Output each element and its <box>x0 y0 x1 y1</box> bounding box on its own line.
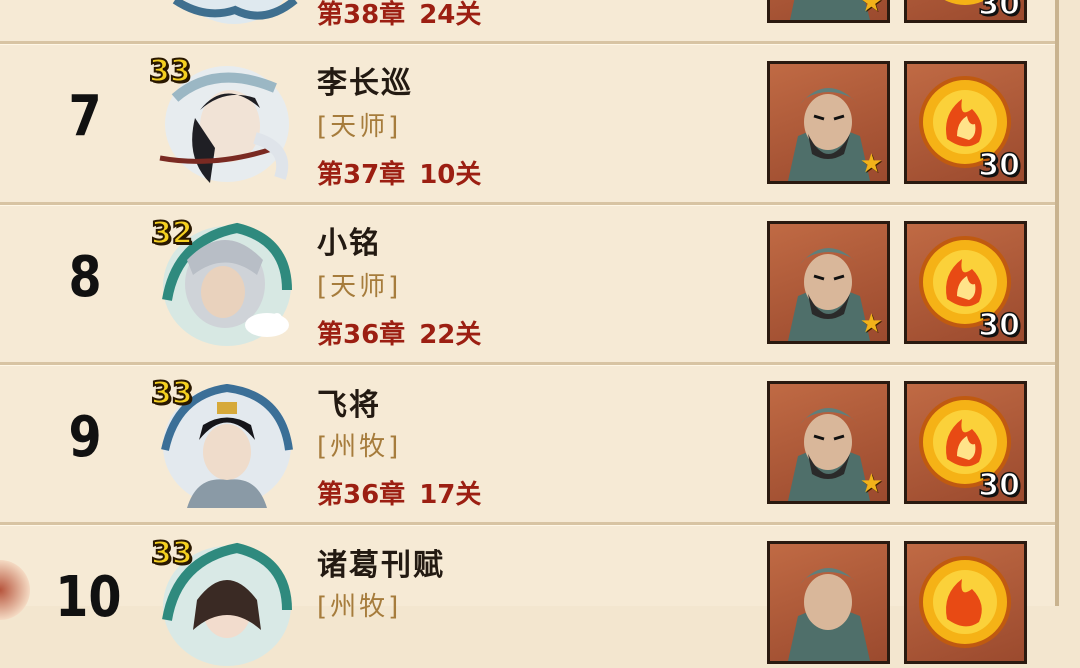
hero-card[interactable]: ★ <box>767 381 890 504</box>
item-card[interactable]: 30 <box>904 0 1027 23</box>
player-avatar[interactable]: 33 <box>150 535 295 668</box>
player-title: [天师] <box>317 112 402 142</box>
row-divider <box>0 202 1055 205</box>
hero-card[interactable]: ★ <box>767 61 890 184</box>
row-divider <box>0 41 1055 44</box>
progress-text: 第37章 10关 <box>317 154 495 191</box>
player-title: [州牧] <box>317 432 402 462</box>
leaderboard-panel: 第38章 24关 ★ 30 7 33 李长巡 [天师] 第37章 10关 ★ 3… <box>0 0 1059 666</box>
level-badge: 33 <box>148 53 192 90</box>
player-title: [天师] <box>317 272 402 302</box>
chapter-text: 第36章 <box>317 320 406 350</box>
item-count: 30 <box>978 0 1021 22</box>
stage-text: 22关 <box>419 320 482 350</box>
hero-card[interactable] <box>767 541 890 664</box>
player-avatar[interactable]: 32 <box>150 215 295 348</box>
level-badge: 33 <box>150 375 194 412</box>
stage-text: 17关 <box>419 480 482 510</box>
chapter-text: 第37章 <box>317 160 406 190</box>
rank-number: 9 <box>68 405 102 470</box>
hero-card[interactable]: ★ <box>767 221 890 344</box>
star-icon: ★ <box>859 309 883 339</box>
item-card[interactable] <box>904 541 1027 664</box>
item-count: 30 <box>978 147 1021 183</box>
stage-text: 24关 <box>419 0 482 30</box>
general-portrait-icon <box>788 568 870 661</box>
item-count: 30 <box>978 467 1021 503</box>
fire-orb-icon <box>919 556 1011 648</box>
progress-text: 第36章 22关 <box>317 314 495 351</box>
player-avatar[interactable] <box>165 0 303 28</box>
rank-number: 8 <box>68 245 102 310</box>
item-count: 30 <box>978 307 1021 343</box>
progress-text: 第38章 24关 <box>317 0 495 31</box>
level-badge: 32 <box>150 215 194 252</box>
item-card[interactable]: 30 <box>904 221 1027 344</box>
player-name: 飞将 <box>317 388 381 423</box>
player-name: 小铭 <box>317 226 381 261</box>
star-icon: ★ <box>859 469 883 499</box>
player-name: 诸葛刊赋 <box>317 548 445 583</box>
player-avatar[interactable]: 33 <box>150 375 295 508</box>
player-name: 李长巡 <box>317 66 413 101</box>
hero-card[interactable]: ★ <box>767 0 890 23</box>
level-badge: 33 <box>150 535 194 572</box>
progress-text: 第36章 17关 <box>317 474 495 511</box>
item-card[interactable]: 30 <box>904 61 1027 184</box>
avatar-art <box>172 0 298 24</box>
rank-number: 10 <box>55 565 122 630</box>
row-divider <box>0 362 1055 365</box>
rank-number: 7 <box>68 84 102 149</box>
stage-text: 10关 <box>419 160 482 190</box>
chapter-text: 第38章 <box>317 0 406 30</box>
chapter-text: 第36章 <box>317 480 406 510</box>
star-icon: ★ <box>859 0 883 18</box>
star-icon: ★ <box>859 149 883 179</box>
player-title: [州牧] <box>317 592 402 622</box>
row-divider <box>0 522 1055 525</box>
player-avatar[interactable]: 33 <box>148 53 293 186</box>
item-card[interactable]: 30 <box>904 381 1027 504</box>
